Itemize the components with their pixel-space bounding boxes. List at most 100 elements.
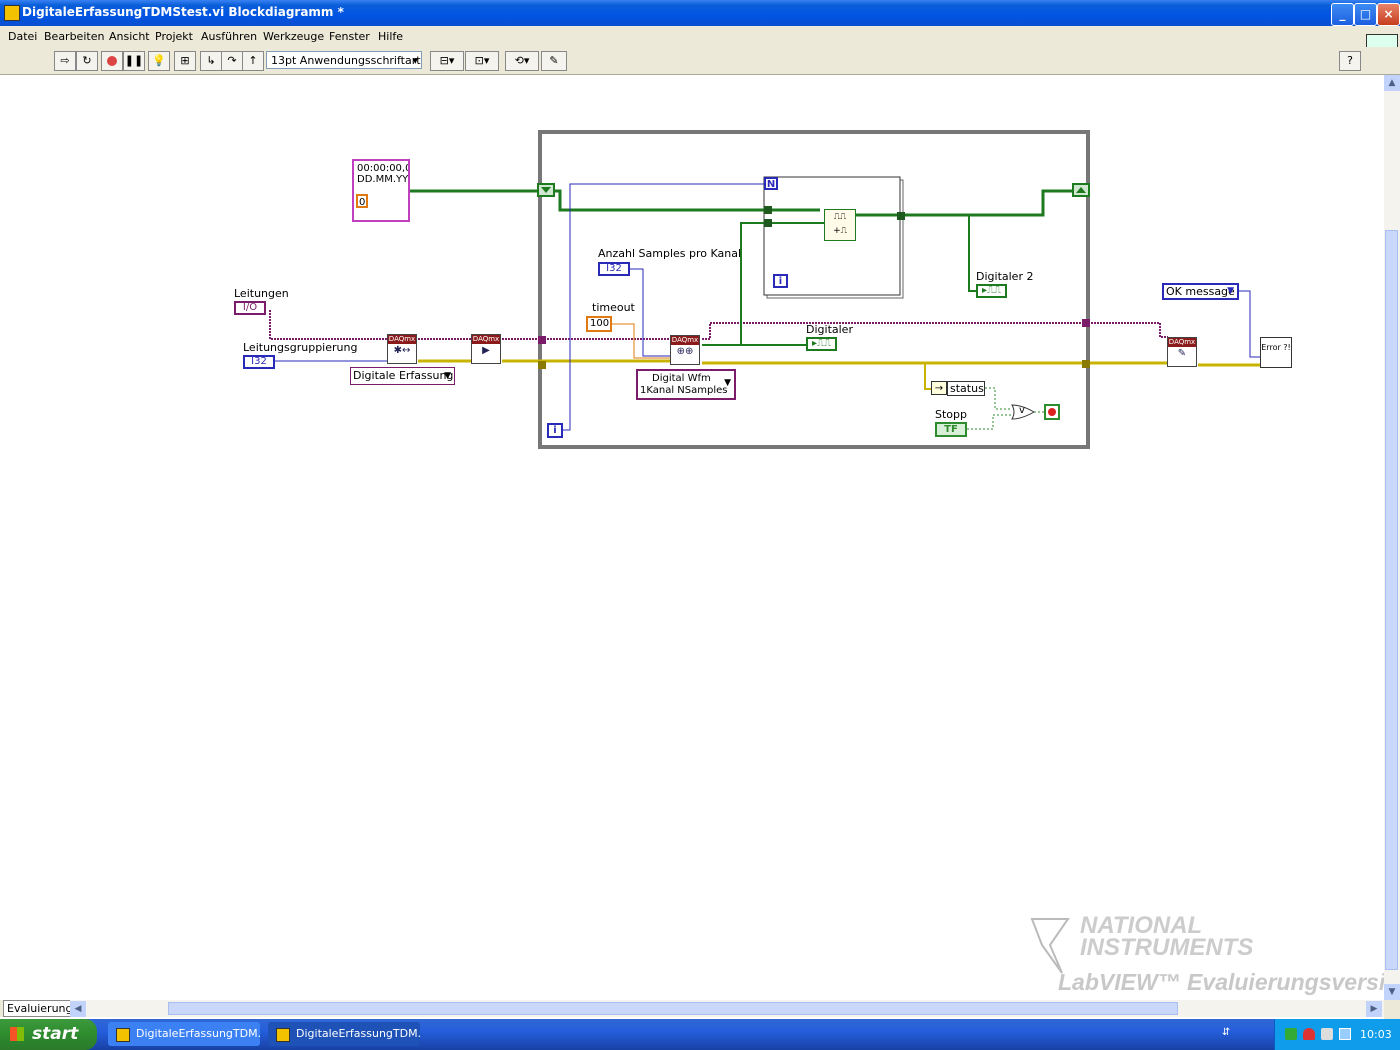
abort-icon[interactable]: [101, 51, 123, 71]
gruppierung-label: Leitungsgruppierung: [243, 341, 358, 354]
cleanup-diagram-icon[interactable]: ✎: [541, 51, 567, 71]
close-button[interactable]: ×: [1377, 3, 1400, 26]
taskbar-item-label: DigitaleErfassungTDM...: [136, 1027, 260, 1040]
status-tab-area: Evaluierung: [0, 1000, 77, 1017]
context-help-button[interactable]: ?: [1339, 51, 1361, 71]
highlight-execution-icon[interactable]: 💡: [148, 51, 170, 71]
digitaler-label: Digitaler: [806, 323, 853, 336]
menu-bearbeiten[interactable]: Bearbeiten: [44, 30, 104, 43]
watermark-logo: NATIONAL INSTRUMENTS: [1080, 914, 1254, 961]
or-gate-label: v: [1019, 405, 1025, 416]
title-bar: DigitaleErfassungTDMStest.vi Blockdiagra…: [0, 0, 1400, 26]
menu-datei[interactable]: Datei: [8, 30, 37, 43]
simple-error-handler-node[interactable]: Error ?!: [1260, 337, 1292, 368]
daqmx-clear-task-node[interactable]: DAQmx ✎: [1167, 337, 1197, 367]
scroll-up-icon[interactable]: ▲: [1384, 75, 1400, 91]
menu-ausfuehren[interactable]: Ausführen: [201, 30, 257, 43]
start-label: start: [32, 1024, 79, 1044]
read-mode-line1: Digital Wfm: [652, 373, 711, 384]
windows-logo-icon: [10, 1027, 24, 1041]
stopp-label: Stopp: [935, 408, 967, 421]
step-into-icon[interactable]: ↳: [200, 51, 222, 71]
scroll-left-icon[interactable]: ◀: [70, 1001, 86, 1017]
leitungen-control[interactable]: I/O: [234, 301, 266, 315]
while-loop-iteration-terminal: i: [547, 423, 563, 438]
chevron-down-icon: ▼: [724, 378, 731, 388]
vertical-scrollbar[interactable]: ▲ ▼: [1384, 75, 1400, 1000]
gruppierung-control[interactable]: I32: [243, 355, 275, 369]
leitungen-label: Leitungen: [234, 287, 289, 300]
clock[interactable]: 10:03: [1360, 1028, 1392, 1041]
read-mode-selector[interactable]: Digital Wfm 1Kanal NSamples ▼: [636, 369, 736, 400]
ok-message-value: OK message: [1166, 285, 1235, 298]
reorder-icon[interactable]: ⟲▾: [505, 51, 539, 71]
step-out-icon[interactable]: ↑: [242, 51, 264, 71]
menu-werkzeuge[interactable]: Werkzeuge: [263, 30, 324, 43]
menu-projekt[interactable]: Projekt: [155, 30, 193, 43]
evaluation-tab[interactable]: Evaluierung: [3, 1000, 77, 1017]
start-button[interactable]: start: [0, 1019, 97, 1050]
menu-ansicht[interactable]: Ansicht: [109, 30, 150, 43]
minimize-button[interactable]: _: [1331, 3, 1354, 26]
network-icon[interactable]: [1285, 1028, 1297, 1040]
horizontal-scroll-thumb[interactable]: [168, 1002, 1178, 1015]
timeout-constant[interactable]: 100: [586, 316, 612, 332]
timestamp-constant[interactable]: 00:00:00,0 DD.MM.YY 0: [352, 159, 410, 222]
for-loop-iteration-terminal: i: [773, 274, 788, 288]
font-dropdown[interactable]: 13pt Anwendungsschriftart ▾: [266, 51, 422, 69]
volume-icon[interactable]: [1321, 1028, 1333, 1040]
unbundle-status-icon[interactable]: →: [931, 381, 947, 395]
scroll-right-icon[interactable]: ▶: [1366, 1001, 1382, 1017]
security-shield-icon[interactable]: [1303, 1028, 1315, 1040]
vertical-scroll-thumb[interactable]: [1385, 230, 1398, 970]
toolbar: ⇨ ↻ ❚❚ 💡 ⊞ ↳ ↷ ↑ 13pt Anwendungsschrifta…: [0, 47, 1400, 75]
daqmx-read-node[interactable]: DAQmx ⊕⊕: [670, 335, 700, 365]
timeout-label: timeout: [592, 301, 635, 314]
for-loop-count-terminal[interactable]: N: [764, 177, 778, 190]
maximize-button[interactable]: □: [1354, 3, 1377, 26]
taskbar-item-label: DigitaleErfassungTDM...: [296, 1027, 420, 1040]
timestamp-date: DD.MM.YY: [357, 174, 408, 185]
stopp-control[interactable]: TF: [935, 422, 967, 437]
chevron-down-icon: ▼: [1227, 286, 1234, 296]
daqmx-create-channel-node[interactable]: DAQmx ✱↔: [387, 334, 417, 364]
daqmx-header: DAQmx: [671, 336, 699, 345]
menu-fenster[interactable]: Fenster: [329, 30, 370, 43]
ok-message-constant[interactable]: OK message ▼: [1162, 283, 1239, 300]
language-bar-icon[interactable]: ⇵: [1222, 1027, 1230, 1038]
step-over-icon[interactable]: ↷: [221, 51, 243, 71]
samples-control[interactable]: I32: [598, 262, 630, 276]
ni-eagle-logo: [1030, 915, 1070, 975]
run-arrow-icon[interactable]: ⇨: [54, 51, 76, 71]
taskbar-item-2[interactable]: DigitaleErfassungTDM...: [268, 1022, 420, 1046]
system-tray: 10:03: [1274, 1019, 1400, 1050]
status-element: status: [947, 381, 985, 396]
align-objects-icon[interactable]: ⊟▾: [430, 51, 464, 71]
menu-hilfe[interactable]: Hilfe: [378, 30, 403, 43]
window-title: DigitaleErfassungTDMStest.vi Blockdiagra…: [22, 5, 344, 19]
taskbar: start DigitaleErfassungTDM... DigitaleEr…: [0, 1019, 1400, 1050]
daqmx-header: DAQmx: [388, 335, 416, 344]
labview-task-icon: [276, 1028, 290, 1042]
labview-task-icon: [116, 1028, 130, 1042]
horizontal-scrollbar[interactable]: ◀ ▶: [70, 1000, 1384, 1017]
block-diagram[interactable]: 00:00:00,0 DD.MM.YY 0 Leitungen I/O Leit…: [0, 75, 1400, 1000]
wires: [269, 130, 1262, 449]
watermark-instruments: INSTRUMENTS: [1080, 934, 1254, 961]
chevron-down-icon: ▾: [412, 54, 418, 67]
append-digital-waveform-icon[interactable]: ⎍⎍ +⎍: [824, 209, 856, 241]
samples-label: Anzahl Samples pro Kanal: [598, 247, 742, 260]
gruppierung-ring-constant[interactable]: Digitale Erfassung ▼: [350, 367, 455, 385]
digitaler2-label: Digitaler 2: [976, 270, 1034, 283]
run-continuously-icon[interactable]: ↻: [76, 51, 98, 71]
retain-wire-values-icon[interactable]: ⊞: [174, 51, 196, 71]
scroll-down-icon[interactable]: ▼: [1384, 984, 1400, 1000]
digitaler2-indicator: ▸⎍⎍: [976, 284, 1007, 298]
pause-icon[interactable]: ❚❚: [123, 51, 145, 71]
resize-grip: [1384, 1000, 1400, 1019]
distribute-objects-icon[interactable]: ⊡▾: [465, 51, 499, 71]
daqmx-start-task-node[interactable]: DAQmx ▶: [471, 334, 501, 364]
taskbar-item-1[interactable]: DigitaleErfassungTDM...: [108, 1022, 260, 1046]
monitor-icon[interactable]: [1339, 1028, 1351, 1040]
timestamp-index: 0: [356, 194, 368, 208]
